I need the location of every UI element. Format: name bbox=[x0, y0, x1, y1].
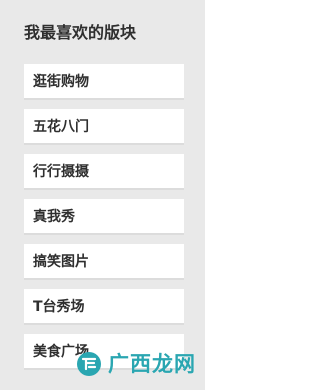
board-item-label: 五花八门 bbox=[33, 119, 89, 135]
board-item-show-yourself[interactable]: 真我秀 bbox=[24, 199, 184, 235]
board-item-label: 真我秀 bbox=[33, 209, 75, 225]
board-item-runway-show[interactable]: T台秀场 bbox=[24, 289, 184, 325]
board-item-label: T台秀场 bbox=[33, 299, 85, 315]
favorite-boards-panel: 我最喜欢的版块 逛街购物 五花八门 行行摄摄 真我秀 搞笑图片 T台秀场 美食广… bbox=[0, 0, 205, 390]
board-item-label: 美食广场 bbox=[33, 344, 89, 360]
board-item-shopping[interactable]: 逛街购物 bbox=[24, 64, 184, 100]
panel-title: 我最喜欢的版块 bbox=[24, 23, 137, 42]
board-item-photography[interactable]: 行行摄摄 bbox=[24, 154, 184, 190]
board-item-label: 行行摄摄 bbox=[33, 164, 89, 180]
favorite-boards-list: 逛街购物 五花八门 行行摄摄 真我秀 搞笑图片 T台秀场 美食广场 bbox=[24, 64, 184, 379]
board-item-miscellaneous[interactable]: 五花八门 bbox=[24, 109, 184, 145]
board-item-funny-pictures[interactable]: 搞笑图片 bbox=[24, 244, 184, 280]
board-item-food-court[interactable]: 美食广场 bbox=[24, 334, 184, 370]
board-item-label: 逛街购物 bbox=[33, 74, 89, 90]
board-item-label: 搞笑图片 bbox=[33, 254, 89, 270]
